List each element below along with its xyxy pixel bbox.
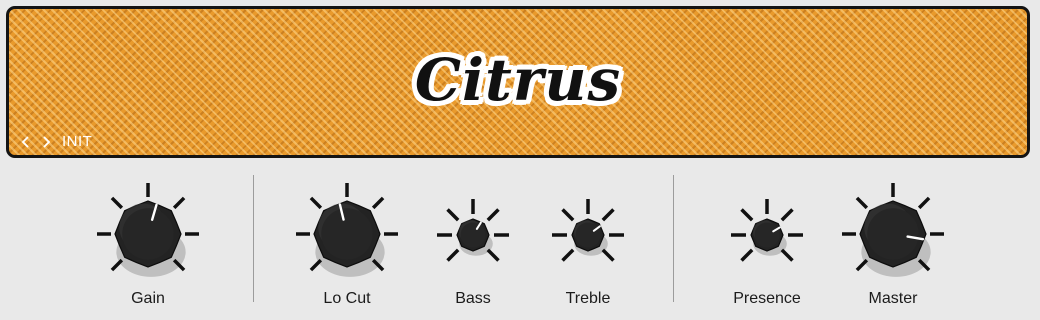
knob-treble-dial[interactable] [533, 180, 643, 290]
chevron-right-icon[interactable] [39, 134, 53, 150]
knob-tick [446, 208, 460, 222]
knob-master[interactable]: Master [838, 180, 948, 315]
knob-tick [917, 196, 931, 210]
knob-bass[interactable]: Bass [418, 180, 528, 315]
preset-selector: INIT [19, 133, 92, 150]
knob-tick [486, 208, 500, 222]
knob-label: Treble [565, 290, 611, 307]
knob-presence[interactable]: Presence [712, 180, 822, 315]
knob-tick [601, 208, 615, 222]
knob-tick [561, 248, 575, 262]
knob-bass-dial[interactable] [418, 180, 528, 290]
knob-tick [780, 208, 794, 222]
amp-grille-header: Citrus INIT [6, 6, 1030, 158]
knob-tick [309, 196, 323, 210]
knob-tick [740, 248, 754, 262]
knob-lo-cut-dial[interactable] [292, 180, 402, 290]
chevron-left-icon[interactable] [19, 134, 33, 150]
knob-tick [855, 258, 869, 272]
knob-tick [110, 196, 124, 210]
knob-tick [309, 258, 323, 272]
knob-tick [172, 196, 186, 210]
knob-tick [855, 196, 869, 210]
knob-gain[interactable]: Gain [93, 180, 203, 315]
section-divider [673, 175, 674, 302]
logo-text: Citrus [414, 46, 622, 114]
knob-tick [780, 248, 794, 262]
knob-lo-cut[interactable]: Lo Cut [292, 180, 402, 315]
knob-label: Master [868, 290, 918, 307]
knob-tick [601, 248, 615, 262]
knob-label: Gain [131, 290, 165, 307]
knob-gain-dial[interactable] [93, 180, 203, 290]
knob-tick [486, 248, 500, 262]
preset-name[interactable]: INIT [62, 133, 92, 150]
knob-tick [561, 208, 575, 222]
knob-tick [446, 248, 460, 262]
knob-presence-dial[interactable] [712, 180, 822, 290]
knob-treble[interactable]: Treble [533, 180, 643, 315]
knob-label: Presence [733, 290, 801, 307]
section-divider [253, 175, 254, 302]
knob-label: Lo Cut [323, 290, 371, 307]
knob-tick [371, 196, 385, 210]
knob-tick [110, 258, 124, 272]
knob-master-dial[interactable] [838, 180, 948, 290]
knob-label: Bass [455, 290, 491, 307]
knob-tick [740, 208, 754, 222]
